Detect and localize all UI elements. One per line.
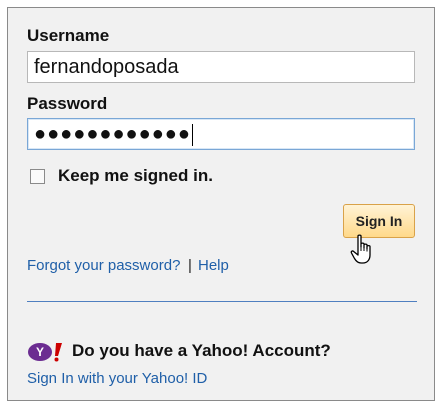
keep-signed-in-label[interactable]: Keep me signed in. (58, 166, 213, 186)
username-label: Username (27, 26, 110, 45)
username-field[interactable]: fernandoposada (27, 51, 415, 83)
password-label: Password (27, 94, 108, 113)
keep-signed-in-checkbox[interactable] (30, 169, 45, 184)
section-divider (27, 301, 417, 302)
help-link[interactable]: Help (198, 257, 229, 274)
yahoo-logo-icon: Y (28, 343, 62, 362)
hand-cursor-icon (350, 234, 371, 264)
password-field[interactable]: ●●●●●●●●●●●● (27, 118, 415, 150)
text-caret (191, 123, 193, 146)
svg-text:Y: Y (36, 345, 44, 359)
yahoo-signin-link[interactable]: Sign In with your Yahoo! ID (27, 370, 207, 387)
forgot-password-link[interactable]: Forgot your password? (27, 257, 180, 274)
link-separator: | (188, 257, 192, 274)
login-panel: Username fernandoposada Password ●●●●●●●… (7, 7, 435, 401)
yahoo-account-question: Do you have a Yahoo! Account? (72, 341, 331, 360)
sign-in-button[interactable]: Sign In (343, 204, 415, 238)
password-mask: ●●●●●●●●●●●● (34, 123, 191, 145)
username-value: fernandoposada (34, 56, 179, 78)
